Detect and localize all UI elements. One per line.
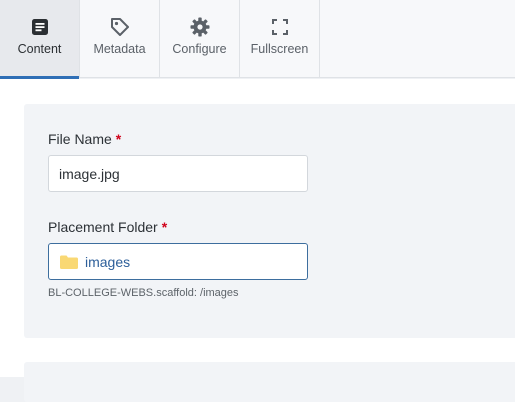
file-name-label: File Name * (48, 131, 121, 147)
tab-fullscreen[interactable]: Fullscreen (240, 0, 320, 78)
file-name-value: image.jpg (59, 165, 120, 182)
content-icon (29, 16, 51, 38)
tab-content[interactable]: Content (0, 0, 80, 79)
tab-metadata[interactable]: Metadata (80, 0, 160, 78)
placement-folder-chooser[interactable]: images (48, 243, 308, 280)
tab-label: Configure (172, 42, 227, 56)
fullscreen-icon (269, 16, 291, 38)
file-name-label-text: File Name (48, 131, 112, 147)
tab-bar: Content Metadata Configure Fullscreen (0, 0, 515, 79)
gear-icon (189, 16, 211, 38)
placement-folder-label: Placement Folder * (48, 219, 167, 235)
next-card (24, 362, 515, 402)
tab-label: Metadata (93, 42, 146, 56)
required-marker: * (161, 219, 168, 235)
placement-folder-label-text: Placement Folder (48, 219, 158, 235)
tab-label: Fullscreen (250, 42, 309, 56)
folder-icon (59, 254, 79, 270)
tab-label: Content (17, 42, 62, 56)
required-marker: * (115, 131, 122, 147)
placement-folder-value: images (85, 253, 131, 270)
tag-icon (109, 16, 131, 38)
file-name-input[interactable]: image.jpg (48, 155, 308, 192)
placement-folder-path: BL-COLLEGE-WEBS.scaffold: /images (48, 287, 239, 299)
tab-configure[interactable]: Configure (160, 0, 240, 78)
